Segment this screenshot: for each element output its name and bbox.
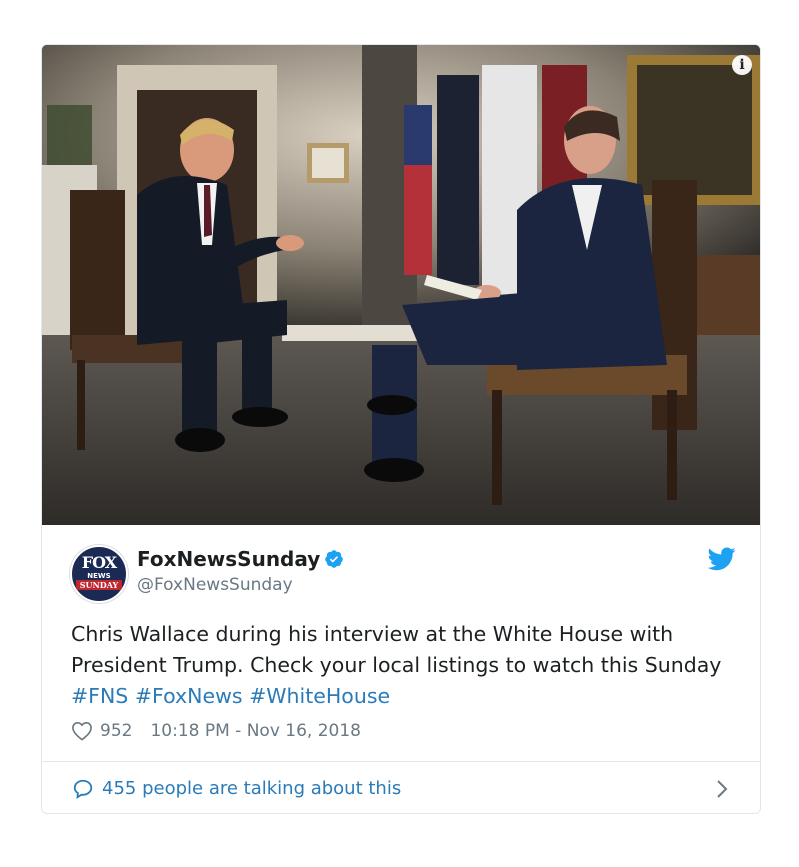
talking-count-text: 455 people are talking about this xyxy=(102,778,402,799)
hashtag-link[interactable]: #WhiteHouse xyxy=(249,684,390,708)
tweet-card[interactable]: i FOX NEWS SUNDAY FoxNewsSunday @FoxNews… xyxy=(41,44,761,814)
tweet-photo[interactable]: i xyxy=(42,45,760,525)
info-icon[interactable]: i xyxy=(732,55,752,75)
tweet-text-body: Chris Wallace during his interview at th… xyxy=(71,622,722,677)
verified-badge-icon xyxy=(325,550,344,568)
chevron-right-icon xyxy=(717,780,728,798)
display-name-text: FoxNewsSunday xyxy=(137,547,321,571)
display-name[interactable]: FoxNewsSunday xyxy=(137,547,344,571)
like-count[interactable]: 952 xyxy=(100,721,132,741)
avatar[interactable]: FOX NEWS SUNDAY xyxy=(70,545,128,603)
avatar-text-news: NEWS xyxy=(87,572,111,580)
tweet-text: Chris Wallace during his interview at th… xyxy=(71,619,741,712)
interview-photo xyxy=(42,45,760,525)
tweet-body: FOX NEWS SUNDAY FoxNewsSunday @FoxNewsSu… xyxy=(42,525,760,761)
tweet-timestamp[interactable]: 10:18 PM - Nov 16, 2018 xyxy=(150,721,361,741)
avatar-text-sunday: SUNDAY xyxy=(76,580,122,590)
heart-icon[interactable] xyxy=(71,721,93,741)
hashtag-link[interactable]: #FNS xyxy=(71,684,128,708)
hashtag-link[interactable]: #FoxNews xyxy=(135,684,243,708)
avatar-text-fox: FOX xyxy=(81,553,117,572)
conversation-link[interactable]: 455 people are talking about this xyxy=(42,762,760,813)
twitter-bird-icon[interactable] xyxy=(708,547,736,571)
speech-bubble-icon xyxy=(73,779,93,799)
user-handle[interactable]: @FoxNewsSunday xyxy=(137,575,293,595)
tweet-meta: 952 10:18 PM - Nov 16, 2018 xyxy=(71,721,361,741)
